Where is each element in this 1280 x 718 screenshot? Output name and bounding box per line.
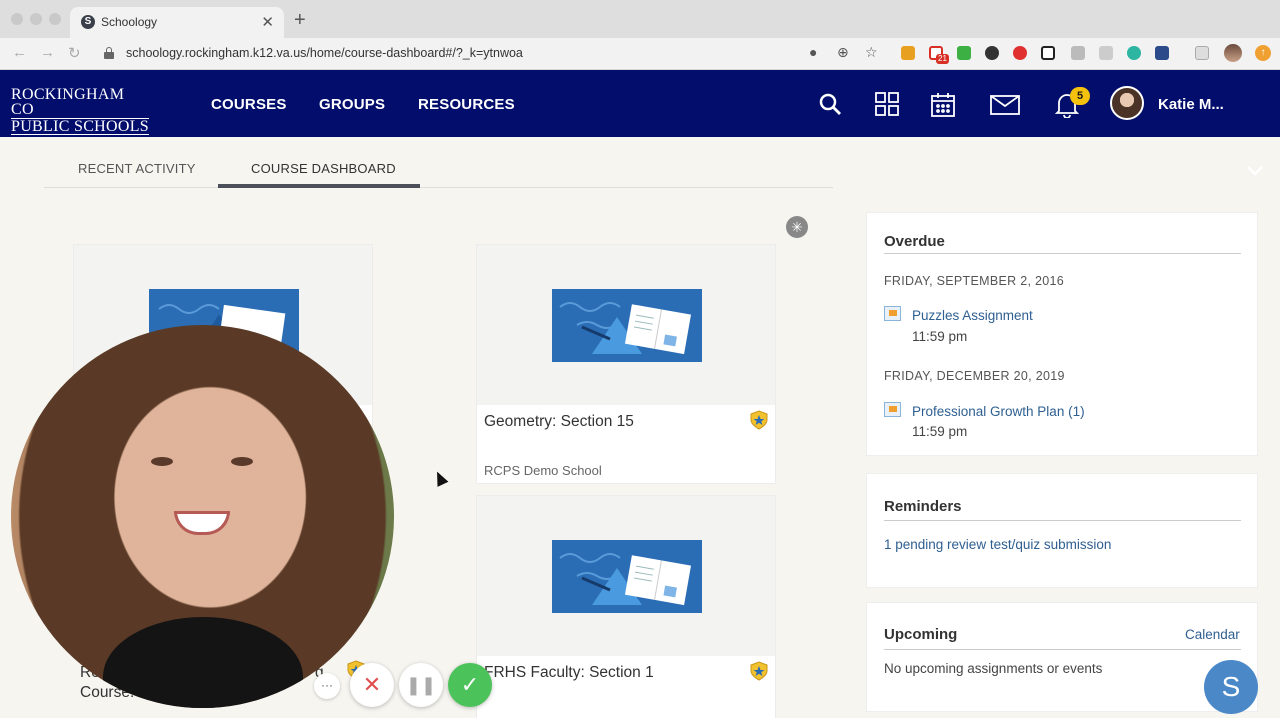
- overdue-time-2: 11:59 pm: [912, 424, 968, 439]
- upcoming-divider: [884, 649, 1241, 650]
- recorder-more-button[interactable]: ···: [314, 673, 340, 699]
- gmail-badge: 21: [936, 54, 949, 64]
- window-minimize-dot[interactable]: [30, 13, 42, 25]
- nav-groups[interactable]: GROUPS: [319, 96, 385, 113]
- calendar-link[interactable]: Calendar: [1185, 627, 1240, 642]
- district-logo[interactable]: ROCKINGHAM CO PUBLIC SCHOOLS: [11, 87, 149, 135]
- course-school: RCPS Demo School: [484, 463, 602, 478]
- logo-line-1: ROCKINGHAM CO: [11, 87, 149, 119]
- user-menu-chevron-icon[interactable]: [1246, 164, 1264, 182]
- overdue-panel: Overdue FRIDAY, SEPTEMBER 2, 2016 Puzzle…: [866, 212, 1258, 456]
- new-tab-icon[interactable]: +: [294, 9, 306, 32]
- course-card-geometry[interactable]: Geometry: Section 15 RCPS Demo School: [476, 244, 776, 484]
- extension-check-icon[interactable]: [1155, 46, 1169, 60]
- apps-grid-icon[interactable]: [875, 92, 899, 121]
- webcam-video-bubble[interactable]: [11, 325, 394, 708]
- overdue-item-2[interactable]: Professional Growth Plan (1): [912, 404, 1085, 419]
- video-detail: [231, 457, 253, 466]
- assignment-icon: [884, 402, 901, 417]
- schoology-favicon-icon: S: [81, 15, 95, 29]
- admin-badge-icon: [749, 410, 769, 435]
- url-field[interactable]: schoology.rockingham.k12.va.us/home/cour…: [126, 46, 523, 60]
- extension-slides-icon[interactable]: [901, 46, 915, 60]
- course-name[interactable]: FRHS Faculty: Section 1: [484, 664, 654, 682]
- messages-icon[interactable]: [990, 95, 1020, 120]
- calendar-icon[interactable]: [930, 92, 956, 123]
- microphone-icon[interactable]: ●: [809, 44, 817, 60]
- overdue-date-2: FRIDAY, DECEMBER 20, 2019: [884, 369, 1065, 383]
- nav-courses[interactable]: COURSES: [211, 96, 287, 113]
- forward-icon[interactable]: →: [40, 44, 55, 61]
- overdue-item-1[interactable]: Puzzles Assignment: [912, 308, 1033, 323]
- address-bar-row: ← → ↻ schoology.rockingham.k12.va.us/hom…: [0, 38, 1280, 70]
- browser-profile-avatar[interactable]: [1224, 44, 1242, 62]
- notification-count-badge: 5: [1070, 87, 1090, 105]
- course-thumbnail: [477, 245, 775, 405]
- back-icon[interactable]: ←: [12, 44, 27, 61]
- pending-review-link[interactable]: 1 pending review test/quiz submission: [884, 537, 1111, 552]
- course-art-icon: [552, 540, 702, 613]
- upcoming-panel: Upcoming Calendar No upcoming assignment…: [866, 602, 1258, 712]
- overdue-time-1: 11:59 pm: [912, 329, 968, 344]
- cast-icon[interactable]: [1195, 46, 1209, 60]
- course-name[interactable]: Geometry: Section 15: [484, 413, 634, 431]
- extension-m-icon[interactable]: [1127, 46, 1141, 60]
- tab-course-dashboard[interactable]: COURSE DASHBOARD: [251, 161, 396, 176]
- tab-title: Schoology: [101, 15, 158, 29]
- window-zoom-dot[interactable]: [49, 13, 61, 25]
- overdue-date-1: FRIDAY, SEPTEMBER 2, 2016: [884, 274, 1065, 288]
- help-widget-button[interactable]: S: [1204, 660, 1258, 714]
- tab-recent-activity[interactable]: RECENT ACTIVITY: [78, 161, 196, 176]
- extension-dark-icon[interactable]: [985, 46, 999, 60]
- reminders-divider: [884, 520, 1241, 521]
- course-art-icon: [552, 289, 702, 362]
- reload-icon[interactable]: ↻: [68, 44, 81, 62]
- upcoming-empty-text: No upcoming assignments or events: [884, 661, 1103, 676]
- search-icon[interactable]: [818, 92, 842, 121]
- video-detail: [174, 511, 230, 535]
- assignment-icon: [884, 306, 901, 321]
- course-card-frhs-faculty[interactable]: FRHS Faculty: Section 1: [476, 495, 776, 718]
- upcoming-title: Upcoming: [884, 626, 958, 643]
- window-close-dot[interactable]: [11, 13, 23, 25]
- close-tab-icon[interactable]: ✕: [261, 13, 274, 31]
- app-header: ROCKINGHAM CO PUBLIC SCHOOLS COURSES GRO…: [0, 70, 1280, 176]
- recorder-pause-button[interactable]: ❚❚: [399, 663, 443, 707]
- nav-resources[interactable]: RESOURCES: [418, 96, 515, 113]
- zoom-icon[interactable]: ⊕: [837, 44, 849, 61]
- recorder-finish-button[interactable]: ✓: [448, 663, 492, 707]
- overdue-divider: [884, 253, 1241, 254]
- browser-tab[interactable]: S Schoology ✕: [70, 7, 284, 38]
- browser-update-icon[interactable]: ↑: [1255, 45, 1271, 61]
- mouse-cursor-icon: [431, 469, 449, 487]
- accessibility-icon[interactable]: ✳: [786, 216, 808, 238]
- admin-badge-icon: [749, 661, 769, 686]
- reminders-panel: Reminders 1 pending review test/quiz sub…: [866, 473, 1258, 588]
- user-avatar[interactable]: [1110, 86, 1144, 120]
- video-detail: [103, 617, 303, 708]
- recorder-cancel-button[interactable]: ✕: [350, 663, 394, 707]
- reminders-title: Reminders: [884, 498, 962, 515]
- course-thumbnail: [477, 496, 775, 656]
- extension-puzzle-icon[interactable]: [1099, 46, 1113, 60]
- video-detail: [151, 457, 173, 466]
- tabs-divider: [44, 187, 833, 188]
- overdue-title: Overdue: [884, 233, 945, 250]
- active-tab-indicator: [218, 184, 420, 188]
- user-name[interactable]: Katie M...: [1158, 96, 1224, 113]
- lock-icon: [104, 47, 114, 59]
- extension-red-icon[interactable]: [1013, 46, 1027, 60]
- extension-screen-icon[interactable]: [1041, 46, 1055, 60]
- logo-line-2: PUBLIC SCHOOLS: [11, 118, 150, 135]
- extension-image-icon[interactable]: [1071, 46, 1085, 60]
- browser-tabbar: S Schoology ✕ +: [0, 0, 1280, 38]
- extension-sheets-icon[interactable]: [957, 46, 971, 60]
- bookmark-star-icon[interactable]: ☆: [865, 44, 878, 61]
